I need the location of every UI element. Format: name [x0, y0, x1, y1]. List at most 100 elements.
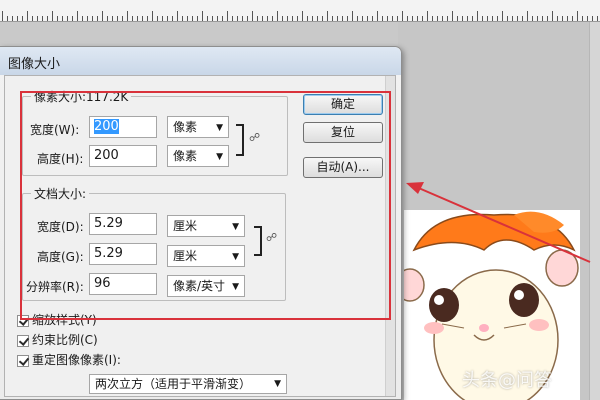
doc-width-unit-select[interactable]: 厘米 ▼ [167, 215, 245, 237]
ok-button[interactable]: 确定 [303, 94, 383, 115]
doc-height-input[interactable]: 5.29 [89, 243, 157, 265]
ruler-tick [232, 16, 233, 21]
ruler-tick [572, 16, 573, 21]
resample-image-checkbox[interactable]: 重定图像像素(I): [17, 353, 121, 369]
checkbox-check-icon [17, 354, 29, 367]
canvas-scrollbar[interactable] [589, 22, 600, 400]
ruler-tick [127, 11, 128, 21]
document-size-legend: 文档大小: [34, 187, 87, 201]
ruler-tick [412, 16, 413, 21]
ruler-tick [22, 16, 23, 21]
ruler-tick [527, 11, 528, 21]
watermark: 头条@问答 [462, 370, 552, 391]
ruler-tick [357, 16, 358, 21]
resample-method-select[interactable]: 两次立方（适用于平滑渐变） ▼ [89, 374, 287, 394]
ruler-tick [227, 11, 228, 21]
reset-button[interactable]: 复位 [303, 122, 383, 143]
ruler-tick [67, 16, 68, 21]
ruler-tick [37, 16, 38, 21]
doc-height-unit-select[interactable]: 厘米 ▼ [167, 245, 245, 267]
ruler-tick [592, 16, 593, 21]
ruler-tick [7, 16, 8, 21]
ruler-tick [587, 16, 588, 21]
ruler-tick [332, 16, 333, 21]
ruler [0, 0, 600, 22]
ruler-tick [472, 16, 473, 21]
ruler-tick [112, 16, 113, 21]
ruler-tick [452, 11, 453, 21]
ruler-tick [367, 16, 368, 21]
pixel-height-unit-select[interactable]: 像素 ▼ [167, 145, 229, 167]
ruler-tick [372, 16, 373, 21]
ruler-tick [492, 16, 493, 21]
ruler-tick [252, 11, 253, 21]
ruler-tick [272, 16, 273, 21]
chevron-down-icon: ▼ [216, 152, 223, 162]
checkbox-check-icon [17, 334, 29, 347]
chevron-down-icon: ▼ [232, 252, 239, 262]
ruler-tick [257, 16, 258, 21]
ruler-tick [57, 16, 58, 21]
pixel-link-bracket [236, 124, 244, 156]
ruler-tick [212, 16, 213, 21]
ruler-tick [177, 11, 178, 21]
auto-button[interactable]: 自动(A)... [303, 157, 383, 178]
ruler-tick [77, 11, 78, 21]
ruler-tick [97, 16, 98, 21]
ruler-tick [2, 11, 3, 21]
ruler-tick [217, 16, 218, 21]
ruler-tick [267, 16, 268, 21]
ruler-tick [12, 16, 13, 21]
ruler-tick [262, 16, 263, 21]
ruler-tick [352, 11, 353, 21]
resolution-input[interactable]: 96 [89, 273, 157, 295]
ruler-tick [297, 16, 298, 21]
ruler-tick [187, 16, 188, 21]
ruler-tick [427, 11, 428, 21]
ruler-tick [397, 16, 398, 21]
dialog-title: 图像大小 [8, 57, 61, 72]
resolution-unit-select[interactable]: 像素/英寸 ▼ [167, 275, 245, 297]
ruler-tick [392, 16, 393, 21]
ruler-tick [382, 16, 383, 21]
constrain-proportions-checkbox[interactable]: 约束比例(C) [17, 333, 98, 349]
ruler-tick [417, 16, 418, 21]
ruler-tick [467, 16, 468, 21]
ruler-tick [512, 16, 513, 21]
ruler-tick [547, 16, 548, 21]
ruler-tick [522, 16, 523, 21]
ruler-tick [437, 16, 438, 21]
ruler-tick [532, 16, 533, 21]
ruler-tick [477, 11, 478, 21]
ruler-tick [42, 16, 43, 21]
scale-styles-checkbox[interactable]: 缩放样式(Y) [17, 313, 97, 329]
ruler-tick [457, 16, 458, 21]
ruler-tick [507, 16, 508, 21]
dialog-scrollbar[interactable] [385, 76, 395, 396]
ruler-tick [182, 16, 183, 21]
ruler-tick [312, 16, 313, 21]
doc-width-input[interactable]: 5.29 [89, 213, 157, 235]
ruler-tick [27, 11, 28, 21]
ruler-tick [402, 11, 403, 21]
dialog-titlebar[interactable]: 图像大小 [0, 47, 401, 75]
ruler-tick [497, 16, 498, 21]
ruler-tick [287, 16, 288, 21]
ruler-tick [337, 16, 338, 21]
ruler-tick [517, 16, 518, 21]
pixel-width-unit-select[interactable]: 像素 ▼ [167, 116, 229, 138]
ruler-tick [542, 16, 543, 21]
ruler-tick [32, 16, 33, 21]
ruler-tick [447, 16, 448, 21]
pixel-width-input[interactable]: 200 [89, 116, 157, 138]
ruler-tick [237, 16, 238, 21]
chevron-down-icon: ▼ [274, 379, 281, 389]
pixel-height-input[interactable]: 200 [89, 145, 157, 167]
ruler-tick [322, 16, 323, 21]
ruler-tick [482, 16, 483, 21]
ruler-tick [172, 16, 173, 21]
doc-width-label: 宽度(D): [37, 220, 84, 234]
ruler-tick [17, 16, 18, 21]
ruler-tick [597, 16, 598, 21]
ruler-tick [407, 16, 408, 21]
